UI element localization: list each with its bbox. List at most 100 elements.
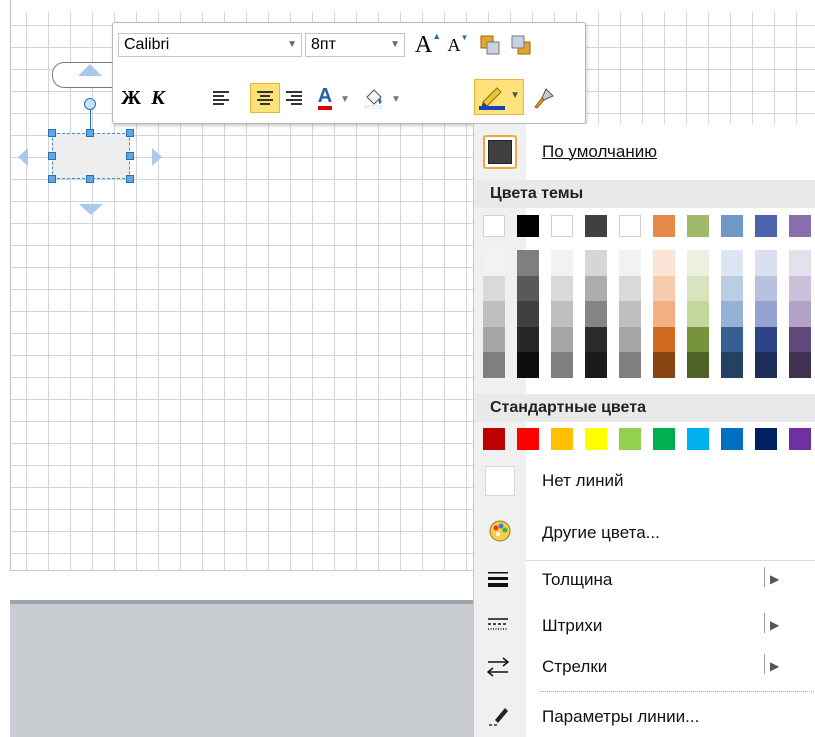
theme-shade-swatch[interactable] bbox=[653, 275, 675, 302]
dashes-item[interactable]: Штрихи ▶ bbox=[474, 611, 815, 641]
standard-color-swatch[interactable] bbox=[517, 428, 539, 450]
format-painter-button[interactable] bbox=[529, 83, 559, 113]
send-backward-button[interactable] bbox=[506, 30, 536, 60]
theme-shade-swatch[interactable] bbox=[721, 275, 743, 302]
weight-item[interactable]: Толщина ▶ bbox=[474, 565, 815, 595]
theme-shade-swatch[interactable] bbox=[619, 275, 641, 302]
theme-shade-swatch[interactable] bbox=[721, 326, 743, 353]
resize-handle-tm[interactable] bbox=[86, 129, 94, 137]
theme-shade-swatch[interactable] bbox=[585, 326, 607, 353]
autoconnect-down-arrow-icon[interactable] bbox=[79, 204, 103, 215]
theme-shade-swatch[interactable] bbox=[789, 250, 811, 276]
theme-shade-swatch[interactable] bbox=[789, 352, 811, 378]
line-color-button[interactable]: ▼ bbox=[474, 79, 524, 115]
theme-color-swatch[interactable] bbox=[483, 215, 505, 237]
theme-shade-swatch[interactable] bbox=[585, 352, 607, 378]
chevron-down-icon[interactable]: ▼ bbox=[390, 34, 400, 56]
italic-button[interactable]: К bbox=[143, 83, 173, 113]
theme-shade-swatch[interactable] bbox=[755, 301, 777, 327]
theme-color-swatch[interactable] bbox=[789, 215, 811, 237]
theme-shade-swatch[interactable] bbox=[721, 352, 743, 378]
standard-color-swatch[interactable] bbox=[755, 428, 777, 450]
autoconnect-left-arrow-icon[interactable] bbox=[18, 148, 28, 166]
theme-shade-swatch[interactable] bbox=[687, 326, 709, 353]
resize-handle-br[interactable] bbox=[126, 175, 134, 183]
resize-handle-mr[interactable] bbox=[126, 152, 134, 160]
theme-shade-swatch[interactable] bbox=[687, 352, 709, 378]
autoconnect-right-arrow-icon[interactable] bbox=[152, 148, 162, 166]
theme-shade-swatch[interactable] bbox=[517, 275, 539, 302]
chevron-right-icon[interactable]: ▶ bbox=[770, 618, 779, 632]
standard-color-swatch[interactable] bbox=[721, 428, 743, 450]
rotation-handle[interactable] bbox=[84, 98, 96, 110]
chevron-down-icon[interactable]: ▼ bbox=[287, 34, 297, 56]
theme-shade-swatch[interactable] bbox=[755, 250, 777, 276]
theme-shade-swatch[interactable] bbox=[517, 352, 539, 378]
theme-shade-swatch[interactable] bbox=[483, 301, 505, 327]
theme-shade-swatch[interactable] bbox=[483, 326, 505, 353]
align-center-button[interactable] bbox=[250, 83, 280, 113]
theme-shade-swatch[interactable] bbox=[483, 250, 505, 276]
theme-color-swatch[interactable] bbox=[551, 215, 573, 237]
theme-shade-swatch[interactable] bbox=[517, 326, 539, 353]
standard-color-swatch[interactable] bbox=[653, 428, 675, 450]
default-color-item[interactable]: По умолчанию bbox=[474, 134, 815, 172]
theme-shade-swatch[interactable] bbox=[789, 301, 811, 327]
theme-shade-swatch[interactable] bbox=[653, 326, 675, 353]
theme-shade-swatch[interactable] bbox=[517, 301, 539, 327]
theme-color-swatch[interactable] bbox=[653, 215, 675, 237]
theme-shade-swatch[interactable] bbox=[551, 275, 573, 302]
theme-shade-swatch[interactable] bbox=[551, 301, 573, 327]
theme-color-swatch[interactable] bbox=[619, 215, 641, 237]
resize-handle-bm[interactable] bbox=[86, 175, 94, 183]
fill-color-button[interactable] bbox=[359, 83, 389, 113]
chevron-right-icon[interactable]: ▶ bbox=[770, 659, 779, 673]
chevron-down-icon[interactable]: ▼ bbox=[391, 94, 401, 105]
resize-handle-tr[interactable] bbox=[126, 129, 134, 137]
theme-shade-swatch[interactable] bbox=[619, 352, 641, 378]
theme-shade-swatch[interactable] bbox=[551, 250, 573, 276]
shrink-font-button[interactable]: A ▼ bbox=[443, 30, 473, 60]
theme-shade-swatch[interactable] bbox=[721, 250, 743, 276]
theme-shade-swatch[interactable] bbox=[755, 275, 777, 302]
theme-shade-swatch[interactable] bbox=[619, 301, 641, 327]
standard-color-swatch[interactable] bbox=[483, 428, 505, 450]
line-options-item[interactable]: Параметры линии... bbox=[474, 702, 815, 732]
theme-shade-swatch[interactable] bbox=[755, 352, 777, 378]
theme-shade-swatch[interactable] bbox=[721, 301, 743, 327]
chevron-down-icon[interactable]: ▼ bbox=[510, 90, 520, 101]
standard-color-swatch[interactable] bbox=[551, 428, 573, 450]
theme-shade-swatch[interactable] bbox=[755, 326, 777, 353]
chevron-down-icon[interactable]: ▼ bbox=[340, 94, 350, 105]
theme-shade-swatch[interactable] bbox=[687, 275, 709, 302]
resize-handle-tl[interactable] bbox=[48, 129, 56, 137]
more-colors-item[interactable]: Другие цвета... bbox=[474, 519, 815, 549]
theme-shade-swatch[interactable] bbox=[551, 326, 573, 353]
theme-shade-swatch[interactable] bbox=[619, 250, 641, 276]
font-size-combo[interactable]: 8пт ▼ bbox=[305, 33, 405, 57]
theme-shade-swatch[interactable] bbox=[789, 326, 811, 353]
bold-button[interactable]: Ж bbox=[116, 83, 146, 113]
theme-color-swatch[interactable] bbox=[755, 215, 777, 237]
theme-shade-swatch[interactable] bbox=[653, 250, 675, 276]
theme-shade-swatch[interactable] bbox=[619, 326, 641, 353]
font-name-combo[interactable]: Calibri ▼ bbox=[118, 33, 302, 57]
theme-color-swatch[interactable] bbox=[585, 215, 607, 237]
chevron-right-icon[interactable]: ▶ bbox=[770, 572, 779, 586]
align-left-button[interactable] bbox=[206, 83, 236, 113]
standard-color-swatch[interactable] bbox=[789, 428, 811, 450]
theme-shade-swatch[interactable] bbox=[687, 250, 709, 276]
theme-shade-swatch[interactable] bbox=[483, 352, 505, 378]
theme-shade-swatch[interactable] bbox=[585, 301, 607, 327]
theme-shade-swatch[interactable] bbox=[585, 275, 607, 302]
theme-shade-swatch[interactable] bbox=[585, 250, 607, 276]
standard-color-swatch[interactable] bbox=[585, 428, 607, 450]
no-lines-item[interactable]: Нет линий bbox=[474, 464, 815, 502]
theme-shade-swatch[interactable] bbox=[653, 301, 675, 327]
font-color-button[interactable]: A bbox=[310, 83, 340, 113]
theme-shade-swatch[interactable] bbox=[551, 352, 573, 378]
theme-color-swatch[interactable] bbox=[687, 215, 709, 237]
theme-shade-swatch[interactable] bbox=[789, 275, 811, 302]
arrows-item[interactable]: Стрелки ▶ bbox=[474, 652, 815, 682]
theme-shade-swatch[interactable] bbox=[687, 301, 709, 327]
